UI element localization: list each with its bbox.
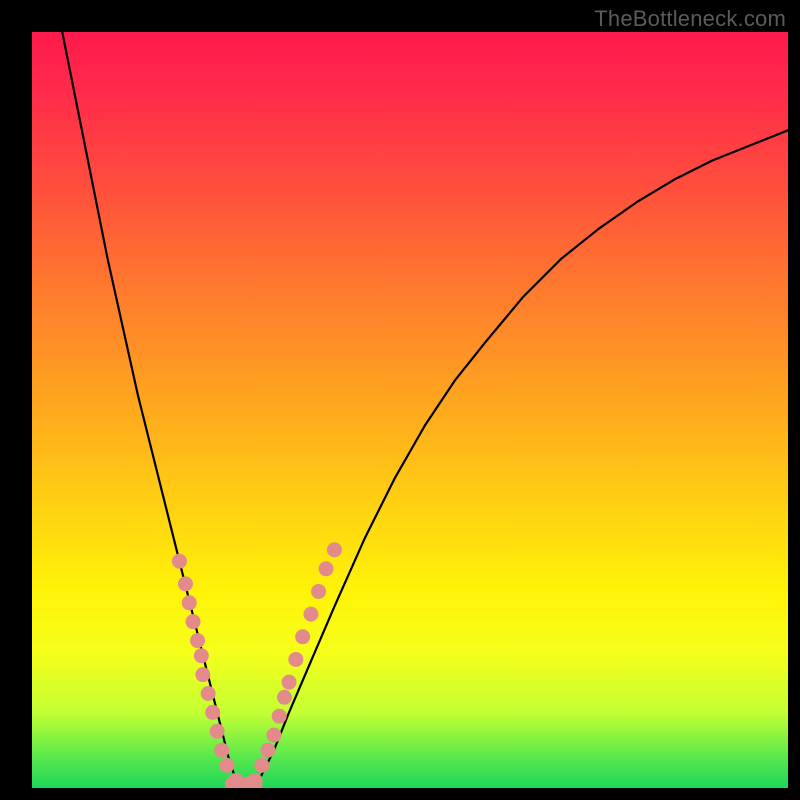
marker-dot [186,614,201,629]
marker-dot [190,633,205,648]
marker-dot [214,743,229,758]
marker-dot [182,595,197,610]
marker-dot [295,629,310,644]
marker-dot [288,652,303,667]
marker-dot [210,724,225,739]
marker-dot [327,542,342,557]
bottleneck-curve [62,32,788,788]
marker-dot [194,648,209,663]
marker-dot [311,584,326,599]
marker-dot [254,758,269,773]
chart-overlay [32,32,788,788]
marker-dot [319,561,334,576]
marker-dot [205,705,220,720]
marker-dot [277,690,292,705]
marker-dots [172,542,342,788]
marker-dot [220,758,235,773]
marker-dot [178,576,193,591]
watermark-label: TheBottleneck.com [594,6,786,32]
marker-dot [266,728,281,743]
marker-dot [172,554,187,569]
marker-dot [303,607,318,622]
marker-dot [272,709,287,724]
marker-dot [282,675,297,690]
plot-area [32,32,788,788]
marker-dot [201,686,216,701]
marker-dot [260,743,275,758]
chart-frame: TheBottleneck.com [0,0,800,800]
marker-dot [195,667,210,682]
